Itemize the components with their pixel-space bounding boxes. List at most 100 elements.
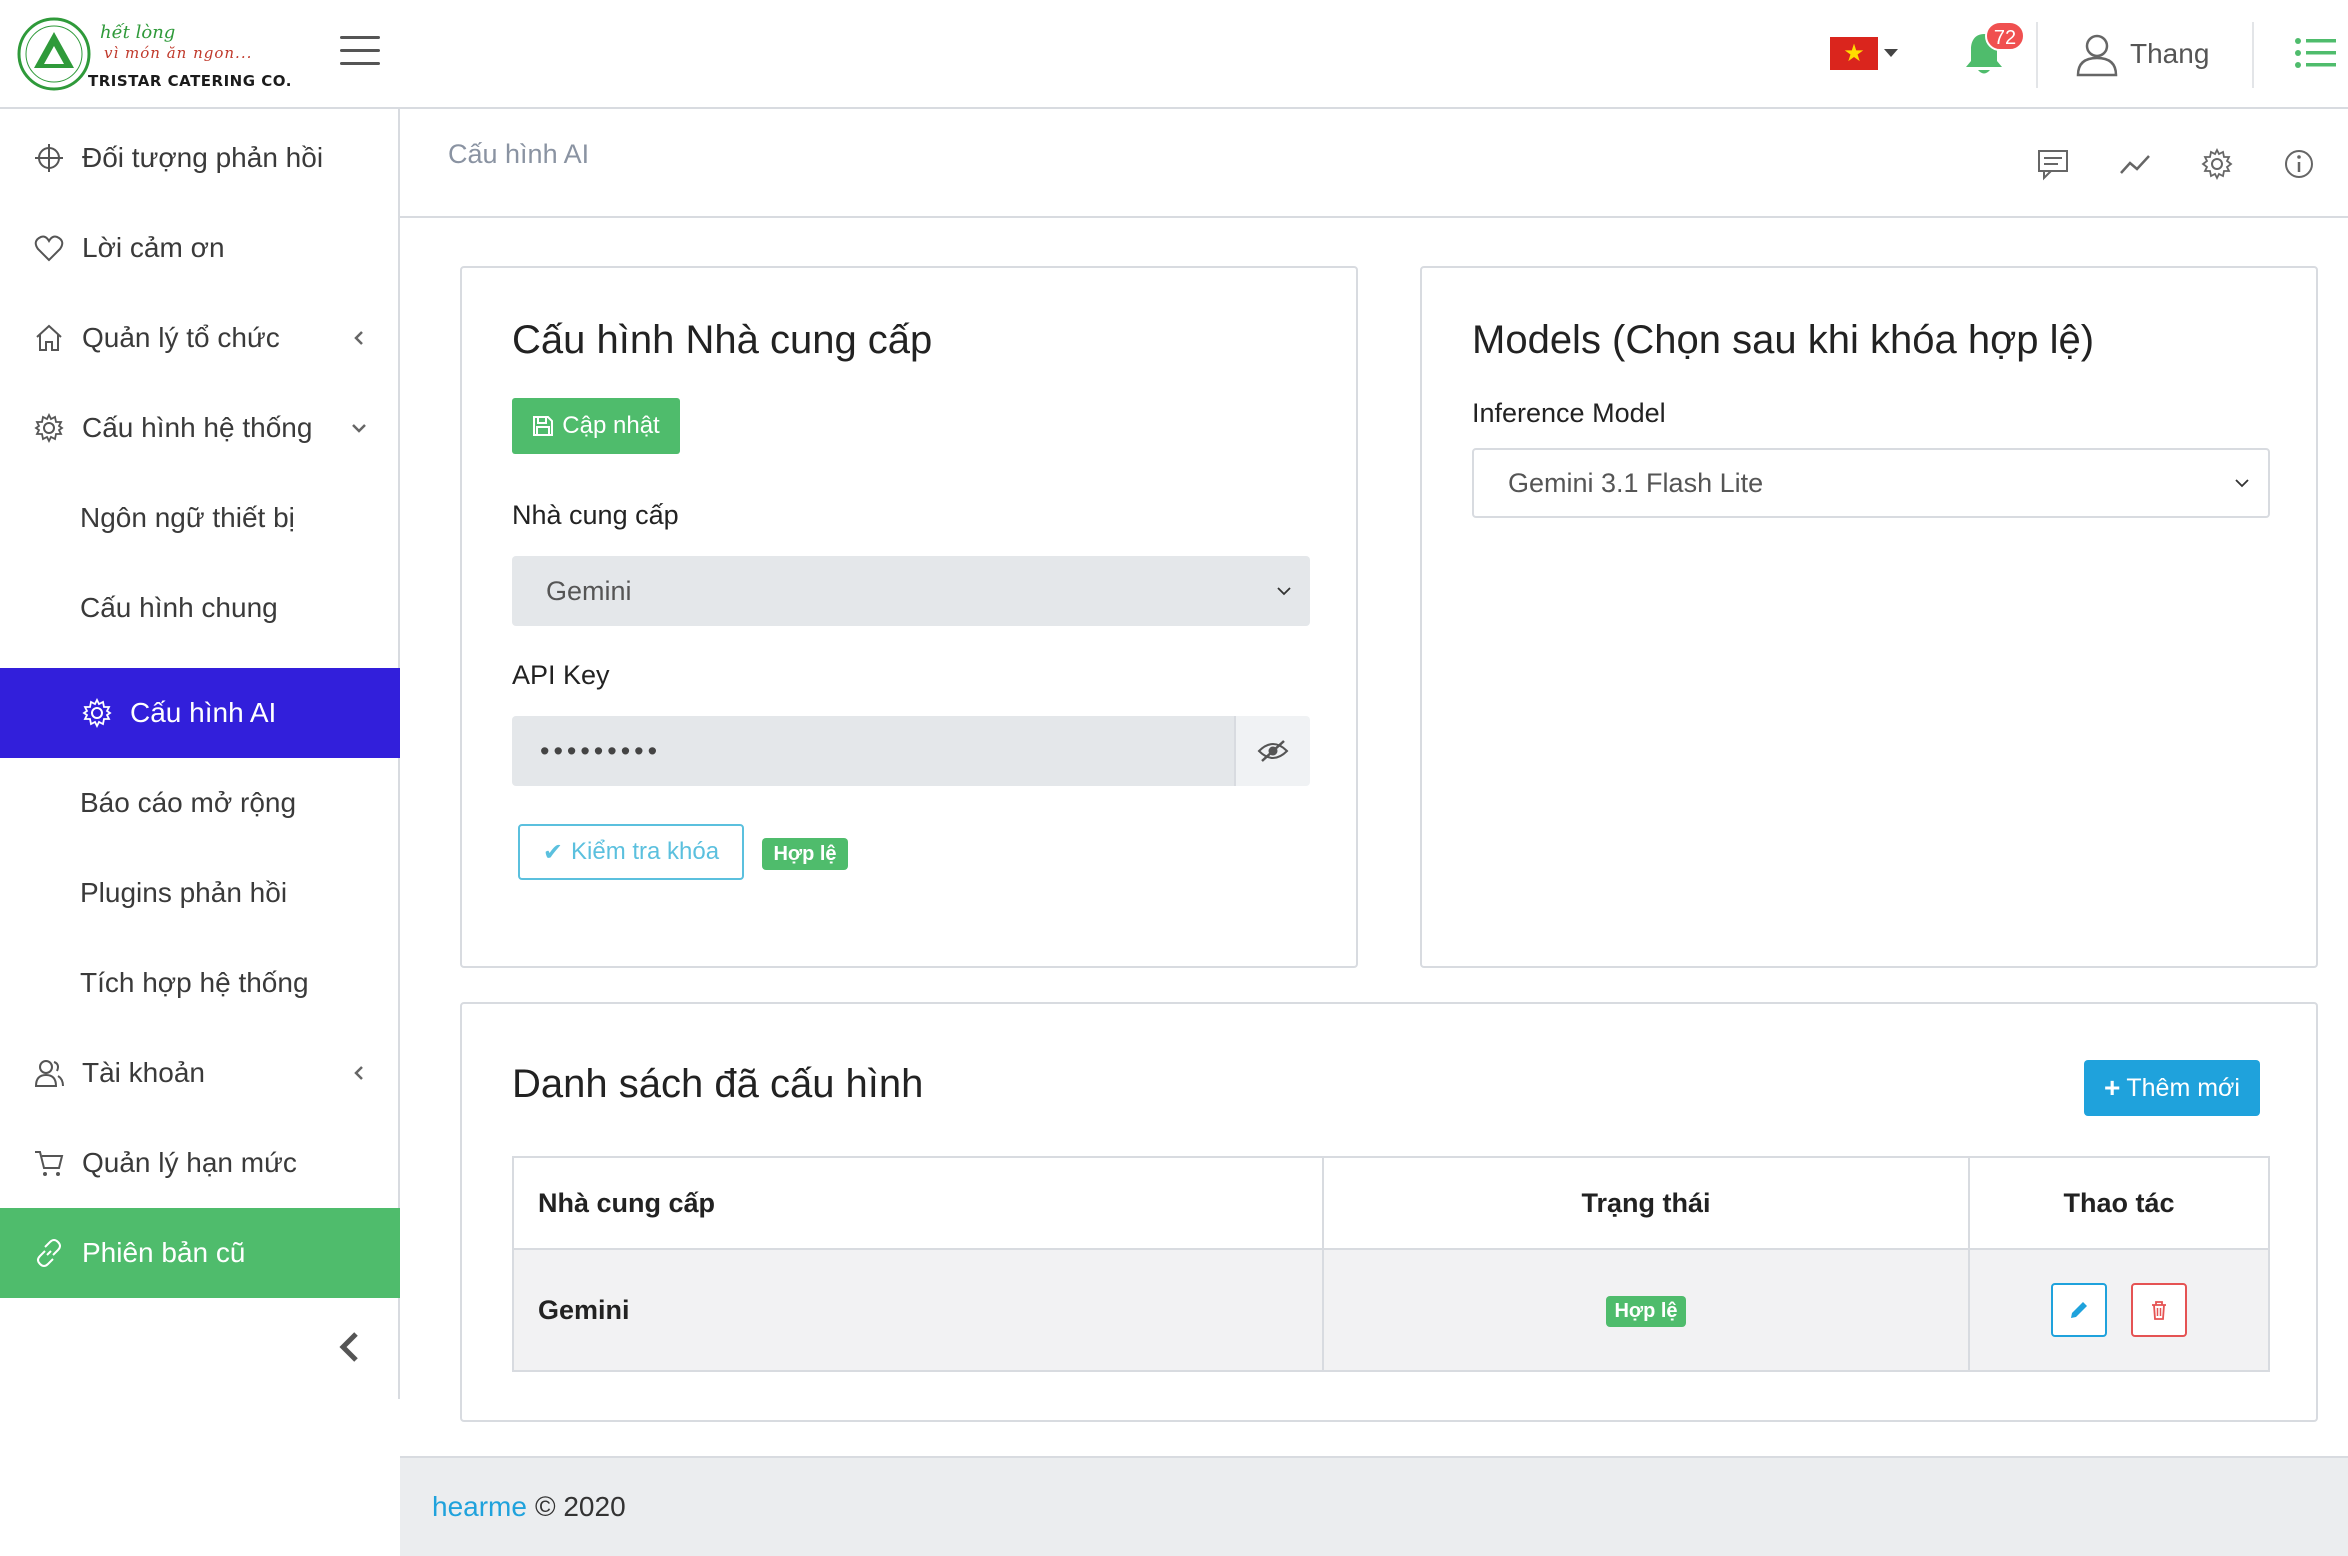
sidebar-item-device-language[interactable]: Ngôn ngữ thiết bị bbox=[0, 473, 400, 563]
column-header-actions: Thao tác bbox=[1968, 1156, 2270, 1250]
sidebar-item-system-integration[interactable]: Tích hợp hệ thống bbox=[0, 938, 400, 1028]
provider-label: Nhà cung cấp bbox=[512, 500, 679, 530]
logo-emblem-icon bbox=[17, 17, 91, 91]
provider-select-value: Gemini bbox=[546, 575, 632, 606]
sidebar-toggle-button[interactable] bbox=[340, 36, 380, 70]
collapse-sidebar-chevron-icon[interactable] bbox=[334, 1330, 364, 1364]
company-logo[interactable]: hết lòng vì món ăn ngon... TRISTAR CATER… bbox=[16, 14, 296, 94]
language-dropdown-caret-icon[interactable] bbox=[1884, 49, 1898, 57]
sidebar-item-label: Ngôn ngữ thiết bị bbox=[80, 502, 295, 533]
sidebar-item-quota[interactable]: Quản lý hạn mức bbox=[0, 1118, 400, 1208]
inference-model-select[interactable]: Gemini 3.1 Flash Lite bbox=[1472, 448, 2270, 518]
sidebar-item-label: Tài khoản bbox=[82, 1057, 205, 1088]
configured-list-card: Danh sách đã cấu hình + Thêm mới Nhà cun… bbox=[460, 1002, 2318, 1422]
plus-icon: + bbox=[2104, 1072, 2121, 1103]
user-name: Thang bbox=[2130, 38, 2210, 69]
trash-icon bbox=[2151, 1301, 2166, 1320]
cell-provider: Gemini bbox=[512, 1248, 1324, 1372]
hamburger-line bbox=[340, 62, 380, 65]
vietnam-flag-icon[interactable]: ★ bbox=[1830, 37, 1878, 70]
api-key-label: API Key bbox=[512, 660, 610, 690]
configured-table: Nhà cung cấp Trạng thái Thao tác Gemini … bbox=[512, 1156, 2270, 1372]
sidebar-item-label: Cấu hình hệ thống bbox=[82, 412, 313, 443]
chevron-down-icon bbox=[1277, 587, 1291, 596]
table-header-row: Nhà cung cấp Trạng thái Thao tác bbox=[512, 1156, 2270, 1250]
chevron-down-icon bbox=[352, 424, 366, 433]
pencil-icon bbox=[2071, 1302, 2088, 1318]
sidebar-item-label: Báo cáo mở rộng bbox=[80, 787, 297, 818]
column-header-provider: Nhà cung cấp bbox=[512, 1156, 1324, 1250]
update-button-label: Cập nhật bbox=[562, 412, 660, 439]
provider-config-card: Cấu hình Nhà cung cấp Cập nhật Nhà cung … bbox=[460, 266, 1358, 968]
footer-brand-link[interactable]: hearme bbox=[432, 1491, 527, 1523]
key-status-badge: Hợp lệ bbox=[762, 838, 848, 870]
column-header-status: Trạng thái bbox=[1322, 1156, 1970, 1250]
info-icon[interactable] bbox=[2282, 147, 2316, 181]
cart-icon bbox=[35, 1151, 64, 1176]
sidebar-item-thank-you[interactable]: Lời cảm ơn bbox=[0, 203, 400, 293]
list-menu-icon[interactable] bbox=[2294, 36, 2336, 70]
user-menu[interactable]: Thang bbox=[2074, 26, 2209, 82]
update-button[interactable]: Cập nhật bbox=[512, 398, 680, 454]
sidebar-item-label: Cấu hình AI bbox=[130, 697, 277, 728]
check-key-button[interactable]: ✔ Kiểm tra khóa bbox=[518, 824, 744, 880]
provider-card-title: Cấu hình Nhà cung cấp bbox=[512, 318, 933, 362]
edit-button[interactable] bbox=[2051, 1283, 2108, 1337]
sidebar-item-feedback-objects[interactable]: Đối tượng phản hồi bbox=[0, 113, 400, 203]
footer: hearme © 2020 bbox=[400, 1456, 2348, 1556]
heart-icon bbox=[34, 235, 64, 262]
inference-model-label: Inference Model bbox=[1472, 398, 1666, 428]
sidebar-item-label: Tích hợp hệ thống bbox=[80, 967, 309, 998]
toggle-visibility-button[interactable] bbox=[1234, 716, 1310, 786]
header-divider bbox=[2252, 22, 2254, 88]
chart-line-icon[interactable] bbox=[2118, 147, 2152, 181]
sidebar-item-general-config[interactable]: Cấu hình chung bbox=[0, 563, 400, 653]
api-key-input[interactable]: ••••••••• bbox=[512, 716, 1234, 786]
sidebar: Đối tượng phản hồi Lời cảm ơn Quản lý tổ… bbox=[0, 109, 400, 1399]
cell-actions bbox=[1968, 1248, 2270, 1372]
provider-select[interactable]: Gemini bbox=[512, 556, 1310, 626]
models-card: Models (Chọn sau khi khóa hợp lệ) Infere… bbox=[1420, 266, 2318, 968]
sidebar-item-feedback-plugins[interactable]: Plugins phản hồi bbox=[0, 848, 400, 938]
chevron-left-icon bbox=[354, 1066, 363, 1080]
cell-status: Hợp lệ bbox=[1322, 1248, 1970, 1372]
inference-model-value: Gemini 3.1 Flash Lite bbox=[1508, 467, 1764, 498]
notification-count-badge: 72 bbox=[1985, 21, 2025, 51]
gear-icon bbox=[82, 698, 112, 728]
logo-tagline-2: vì món ăn ngon... bbox=[104, 44, 253, 62]
main-content: Cấu hình Nhà cung cấp Cập nhật Nhà cung … bbox=[400, 218, 2348, 1456]
eye-slash-icon bbox=[1257, 740, 1289, 762]
sidebar-item-accounts[interactable]: Tài khoản bbox=[0, 1028, 400, 1118]
delete-button[interactable] bbox=[2130, 1283, 2187, 1337]
sidebar-item-ai-config[interactable]: Cấu hình AI bbox=[0, 668, 400, 758]
settings-gear-icon[interactable] bbox=[2200, 147, 2234, 181]
link-icon bbox=[37, 1239, 61, 1267]
list-card-title: Danh sách đã cấu hình bbox=[512, 1062, 924, 1106]
gear-icon bbox=[34, 413, 64, 443]
subheader: Cấu hình AI bbox=[400, 109, 2348, 218]
crosshair-icon bbox=[35, 144, 63, 172]
sidebar-item-label: Lời cảm ơn bbox=[82, 232, 225, 263]
hamburger-line bbox=[340, 36, 380, 39]
sidebar-item-organization[interactable]: Quản lý tổ chức bbox=[0, 293, 400, 383]
footer-copyright: © 2020 bbox=[534, 1491, 626, 1522]
sidebar-item-label: Quản lý tổ chức bbox=[82, 322, 280, 353]
breadcrumb[interactable]: Cấu hình AI bbox=[448, 139, 589, 170]
logo-tagline-1: hết lòng bbox=[100, 22, 176, 43]
sidebar-item-system-config[interactable]: Cấu hình hệ thống bbox=[0, 383, 400, 473]
add-new-button[interactable]: + Thêm mới bbox=[2084, 1060, 2260, 1116]
user-icon bbox=[2076, 34, 2118, 77]
status-badge: Hợp lệ bbox=[1606, 1296, 1686, 1327]
sidebar-item-label: Cấu hình chung bbox=[80, 592, 278, 623]
sidebar-item-label: Phiên bản cũ bbox=[82, 1237, 246, 1268]
save-icon bbox=[533, 416, 554, 436]
sidebar-item-extended-reports[interactable]: Báo cáo mở rộng bbox=[0, 758, 400, 848]
top-navbar: hết lòng vì món ăn ngon... TRISTAR CATER… bbox=[0, 0, 2348, 109]
check-icon: ✔ bbox=[542, 838, 564, 866]
logo-company-name: TRISTAR CATERING CO. bbox=[88, 72, 292, 90]
home-icon bbox=[36, 324, 62, 351]
sidebar-item-legacy-version[interactable]: Phiên bản cũ bbox=[0, 1208, 400, 1298]
message-icon[interactable] bbox=[2036, 147, 2070, 181]
add-new-button-label: Thêm mới bbox=[2126, 1073, 2240, 1102]
chevron-down-icon bbox=[2235, 479, 2249, 488]
